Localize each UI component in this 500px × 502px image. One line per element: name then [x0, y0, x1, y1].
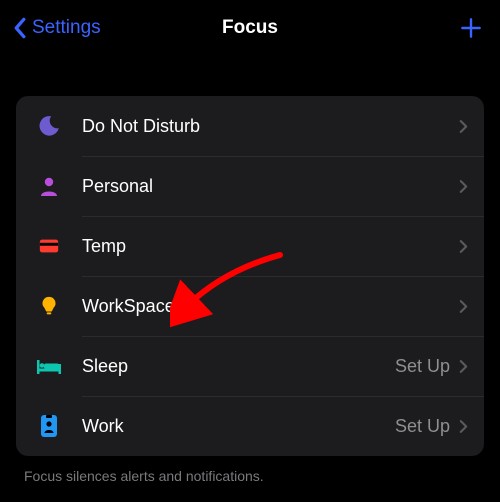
- row-label: Work: [82, 416, 395, 437]
- chevron-right-icon: [458, 118, 468, 134]
- row-accessory: Set Up: [395, 356, 450, 377]
- chevron-right-icon: [458, 298, 468, 314]
- chevron-left-icon: [10, 15, 28, 41]
- row-label: Personal: [82, 176, 450, 197]
- badge-icon: [32, 409, 66, 443]
- footer-text: Focus silences alerts and notifications.: [24, 468, 476, 484]
- moon-icon: [32, 109, 66, 143]
- focus-row-workspace[interactable]: WorkSpace: [16, 276, 484, 336]
- add-button[interactable]: [456, 13, 486, 43]
- focus-row-sleep[interactable]: Sleep Set Up: [16, 336, 484, 396]
- person-icon: [32, 169, 66, 203]
- row-label: WorkSpace: [82, 296, 450, 317]
- row-label: Sleep: [82, 356, 395, 377]
- focus-list: Do Not Disturb Personal Temp WorkSpace: [16, 96, 484, 456]
- chevron-right-icon: [458, 238, 468, 254]
- focus-settings-screen: Settings Focus Do Not Disturb Personal: [0, 0, 500, 502]
- card-icon: [32, 229, 66, 263]
- bed-icon: [32, 349, 66, 383]
- row-accessory: Set Up: [395, 416, 450, 437]
- focus-row-work[interactable]: Work Set Up: [16, 396, 484, 456]
- bulb-icon: [32, 289, 66, 323]
- row-label: Temp: [82, 236, 450, 257]
- chevron-right-icon: [458, 178, 468, 194]
- row-label: Do Not Disturb: [82, 116, 450, 137]
- focus-row-do-not-disturb[interactable]: Do Not Disturb: [16, 96, 484, 156]
- back-button[interactable]: Settings: [10, 15, 101, 41]
- chevron-right-icon: [458, 358, 468, 374]
- back-label: Settings: [32, 17, 101, 39]
- navbar: Settings Focus: [0, 0, 500, 56]
- chevron-right-icon: [458, 418, 468, 434]
- plus-icon: [458, 15, 484, 41]
- focus-row-personal[interactable]: Personal: [16, 156, 484, 216]
- focus-row-temp[interactable]: Temp: [16, 216, 484, 276]
